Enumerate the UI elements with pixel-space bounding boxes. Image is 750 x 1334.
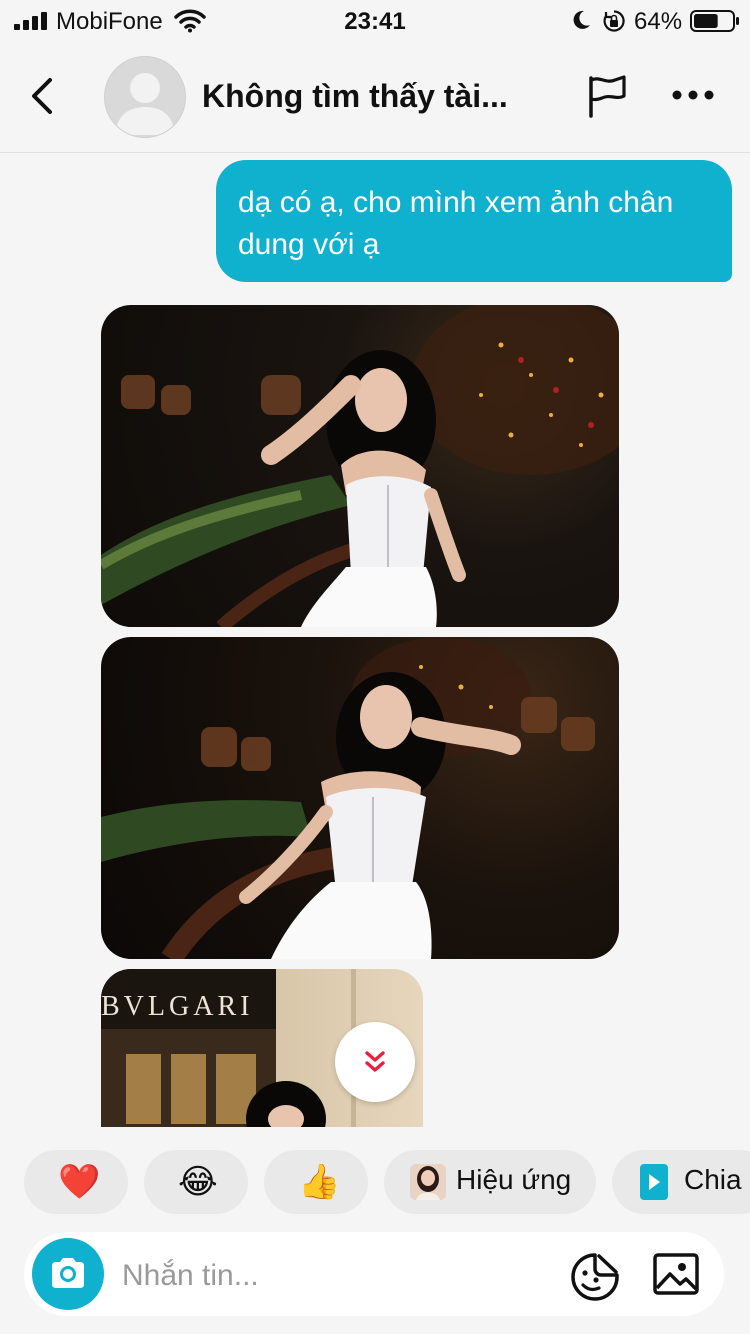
camera-icon — [52, 1258, 84, 1288]
gallery-image-icon[interactable] — [652, 1252, 700, 1296]
photo-scene — [101, 637, 619, 959]
brand-sign: BVLGARI — [101, 991, 254, 1022]
quick-reactions-row: ❤️ 😂 👍 Hiệu ứng Chia — [0, 1150, 750, 1214]
heart-reaction-button[interactable]: ❤️ — [24, 1150, 128, 1214]
photo-scene — [101, 305, 619, 627]
incoming-photo[interactable] — [101, 305, 619, 627]
do-not-disturb-moon-icon — [573, 10, 590, 29]
status-bar: MobiFone 23:41 64% — [0, 0, 750, 42]
contact-name[interactable]: Không tìm thấy tài... — [202, 78, 508, 115]
message-text: dạ có ạ, cho mình xem ảnh chân dung với … — [238, 186, 674, 261]
more-options-icon[interactable] — [670, 80, 716, 110]
message-input[interactable] — [122, 1256, 542, 1296]
share-play-icon — [640, 1164, 668, 1200]
double-chevron-down-icon — [365, 1051, 385, 1072]
incoming-photo[interactable] — [101, 637, 619, 959]
sticker-icon[interactable] — [570, 1252, 620, 1302]
default-avatar-icon — [115, 73, 175, 135]
thumbs-up-emoji-icon: 👍 — [298, 1163, 341, 1201]
orientation-lock-icon — [603, 10, 625, 32]
heart-emoji-icon: ❤️ — [58, 1163, 101, 1201]
battery-icon — [690, 10, 739, 32]
share-button[interactable]: Chia — [612, 1150, 750, 1214]
effect-thumbnail-icon — [410, 1164, 446, 1200]
chat-header: Không tìm thấy tài... — [0, 42, 750, 153]
effects-label: Hiệu ứng — [456, 1164, 572, 1195]
photo-illustration — [101, 305, 619, 627]
outgoing-message-bubble[interactable]: dạ có ạ, cho mình xem ảnh chân dung với … — [216, 160, 732, 282]
thumbs-up-reaction-button[interactable]: 👍 — [264, 1150, 368, 1214]
avatar[interactable] — [104, 56, 186, 138]
battery-percent: 64% — [634, 8, 683, 35]
effects-button[interactable]: Hiệu ứng — [384, 1150, 596, 1214]
message-composer — [24, 1232, 724, 1316]
share-label: Chia — [684, 1164, 742, 1195]
laugh-reaction-button[interactable]: 😂 — [144, 1150, 248, 1214]
back-arrow-icon[interactable] — [26, 76, 60, 116]
photo-illustration — [101, 637, 595, 959]
report-flag-icon[interactable] — [584, 74, 628, 118]
scroll-to-latest-button[interactable] — [335, 1022, 415, 1102]
camera-button[interactable] — [32, 1238, 104, 1310]
laughing-emoji-icon: 😂 — [178, 1163, 218, 1201]
